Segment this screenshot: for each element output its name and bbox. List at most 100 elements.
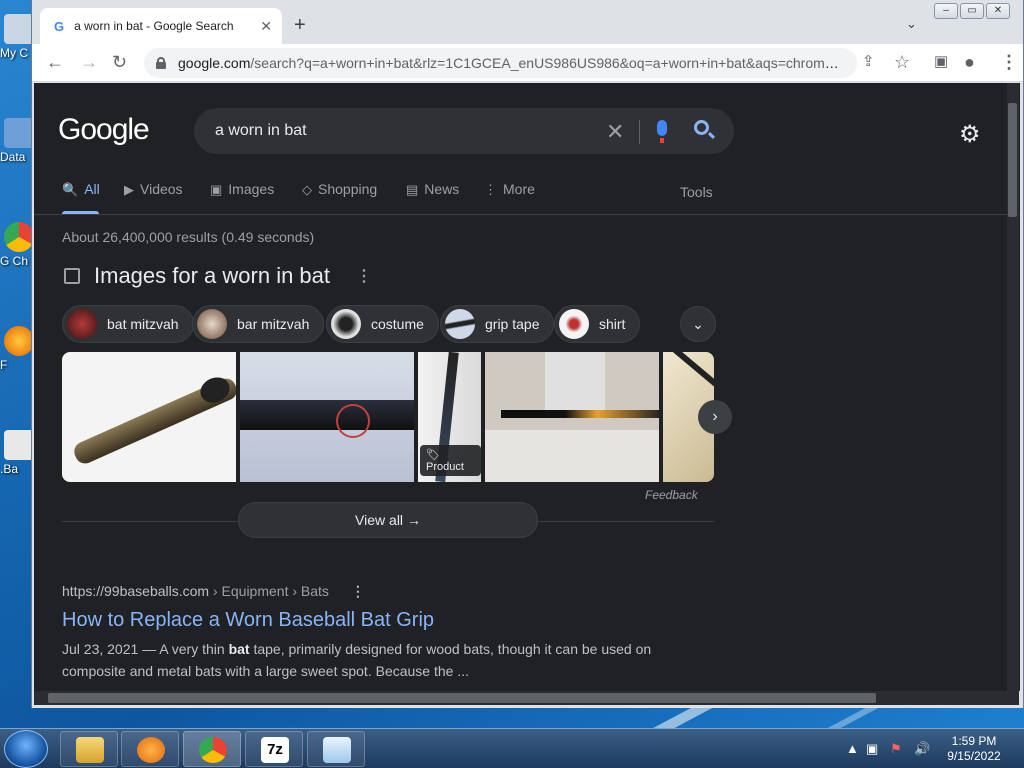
desktop-icon-computer[interactable]: My C [0, 14, 34, 60]
computer-icon [4, 14, 34, 44]
tab-shopping[interactable]: ◇ Shopping [302, 181, 377, 198]
start-button[interactable] [4, 730, 48, 768]
new-tab-button[interactable]: + [294, 14, 306, 37]
chip-costume[interactable]: costume [326, 305, 439, 343]
chip-bat-mitzvah[interactable]: bat mitzvah [62, 305, 194, 343]
notepad-icon [323, 737, 351, 763]
desktop-icon-data[interactable]: Data [0, 118, 34, 164]
scrollbar-thumb[interactable] [48, 693, 876, 703]
chips-expand-chevron-icon[interactable]: ⌄ [680, 306, 716, 342]
result-title-link[interactable]: How to Replace a Worn Baseball Bat Grip [62, 609, 702, 632]
tools-button[interactable]: Tools [680, 184, 713, 200]
tab-more[interactable]: ⋮ More [484, 181, 535, 198]
minimize-button[interactable]: – [934, 3, 958, 19]
address-bar[interactable]: google.com/search?q=a+worn+in+bat&rlz=1C… [144, 48, 857, 78]
share-icon[interactable]: ⇪ [862, 52, 875, 70]
search-query[interactable]: a worn in bat [215, 122, 307, 140]
product-badge: 🏷 Product [420, 445, 481, 476]
google-results-page: Google a worn in bat ✕ ⚙ ⋮ 🔍All ▶Videos … [34, 83, 1020, 691]
chrome-menu-icon[interactable]: ⋮ [1000, 52, 1018, 73]
taskbar-chrome[interactable] [183, 731, 241, 767]
tab-news[interactable]: ▤ News [406, 181, 459, 198]
clear-search-icon[interactable]: ✕ [606, 119, 624, 145]
google-logo[interactable]: Google [58, 113, 150, 147]
image-result[interactable] [485, 352, 659, 482]
image-icon [64, 268, 80, 284]
news-icon: ▤ [406, 182, 419, 197]
scrollbar-thumb[interactable] [1008, 103, 1017, 217]
close-window-button[interactable]: ✕ [986, 3, 1010, 19]
folder-icon [76, 737, 104, 763]
result-options-icon[interactable]: ⋮ [351, 583, 365, 599]
images-next-chevron-icon[interactable]: › [698, 400, 732, 434]
chip-bar-mitzvah[interactable]: bar mitzvah [192, 305, 325, 343]
taskbar-notepad[interactable] [307, 731, 365, 767]
more-dots-icon: ⋮ [484, 182, 497, 197]
browser-toolbar: ← → ↻ google.com/search?q=a+worn+in+bat&… [32, 44, 1023, 82]
feedback-link[interactable]: Feedback [645, 488, 698, 502]
tab-strip: G a worn in bat - Google Search ✕ + ⌄ – … [32, 0, 1023, 44]
network-icon[interactable]: ▣ [866, 741, 878, 757]
more-options-icon[interactable]: ⋮ [356, 266, 372, 286]
tab-title: a worn in bat - Google Search [74, 19, 234, 33]
7zip-icon: 7z [261, 737, 289, 763]
search-icon[interactable] [694, 120, 709, 135]
tag-icon: ◇ [302, 182, 312, 197]
google-favicon-icon: G [54, 18, 65, 34]
chip-thumbnail [197, 309, 227, 339]
system-clock[interactable]: 1:59 PM 9/15/2022 [944, 734, 1004, 764]
shortcut-icon [4, 118, 34, 148]
reload-icon[interactable]: ↻ [112, 52, 127, 73]
profile-avatar-icon[interactable]: ● [964, 52, 975, 73]
view-all-button[interactable]: View all → [238, 502, 538, 538]
chip-shirt[interactable]: shirt [554, 305, 641, 343]
taskbar-7zip[interactable]: 7z [245, 731, 303, 767]
result-cite[interactable]: https://99baseballs.com › Equipment › Ba… [62, 583, 702, 600]
horizontal-scrollbar[interactable] [34, 691, 1019, 705]
media-player-icon [137, 737, 165, 763]
tab-search-chevron-icon[interactable]: ⌄ [906, 16, 917, 32]
chip-grip-tape[interactable]: grip tape [440, 305, 555, 343]
chrome-window: G a worn in bat - Google Search ✕ + ⌄ – … [31, 0, 1024, 708]
chrome-icon [199, 737, 227, 763]
image-result[interactable] [240, 352, 414, 482]
nav-divider [34, 214, 1020, 215]
tab-all[interactable]: 🔍 All [62, 181, 100, 198]
chip-thumbnail [559, 309, 589, 339]
file-icon [4, 430, 34, 460]
settings-gear-icon[interactable]: ⚙ [959, 120, 981, 149]
browser-tab[interactable]: G a worn in bat - Google Search ✕ [40, 8, 282, 44]
back-arrow-icon[interactable]: ← [46, 52, 64, 73]
show-hidden-icons-icon[interactable]: ▲ [846, 741, 859, 756]
taskbar-explorer[interactable] [60, 731, 118, 767]
taskbar-media-player[interactable] [121, 731, 179, 767]
search-divider [639, 120, 640, 144]
volume-icon[interactable]: 🔊 [914, 741, 930, 757]
image-result[interactable]: 🏷 Product [418, 352, 481, 482]
maximize-button[interactable]: ▭ [960, 3, 984, 19]
arrow-right-icon: → [406, 512, 421, 528]
search-input[interactable]: a worn in bat ✕ [194, 108, 734, 154]
video-icon: ▶ [124, 182, 134, 197]
search-icon: 🔍 [62, 182, 79, 197]
tab-videos[interactable]: ▶ Videos [124, 181, 183, 198]
desktop-icon-firefox[interactable]: F [0, 326, 34, 372]
lock-icon [156, 57, 166, 69]
image-strip: 🏷 Product [62, 352, 714, 482]
result-stats: About 26,400,000 results (0.49 seconds) [62, 229, 315, 245]
desktop-icon-batch[interactable]: .Ba [0, 430, 34, 476]
image-result[interactable] [62, 352, 236, 482]
chip-thumbnail [67, 309, 97, 339]
bookmark-star-icon[interactable]: ☆ [894, 52, 910, 73]
action-center-flag-icon[interactable]: ⚑ [890, 741, 902, 757]
chip-thumbnail [445, 309, 475, 339]
side-panel-icon[interactable]: ▣ [934, 52, 948, 70]
microphone-icon[interactable] [657, 120, 667, 143]
firefox-icon [4, 326, 34, 356]
search-result: https://99baseballs.com › Equipment › Ba… [62, 583, 702, 682]
forward-arrow-icon[interactable]: → [80, 52, 98, 73]
desktop-icon-chrome[interactable]: G Ch [0, 222, 34, 268]
vertical-scrollbar[interactable] [1007, 83, 1019, 691]
tab-close-icon[interactable]: ✕ [260, 18, 272, 35]
tab-images[interactable]: ▣ Images [210, 181, 274, 198]
